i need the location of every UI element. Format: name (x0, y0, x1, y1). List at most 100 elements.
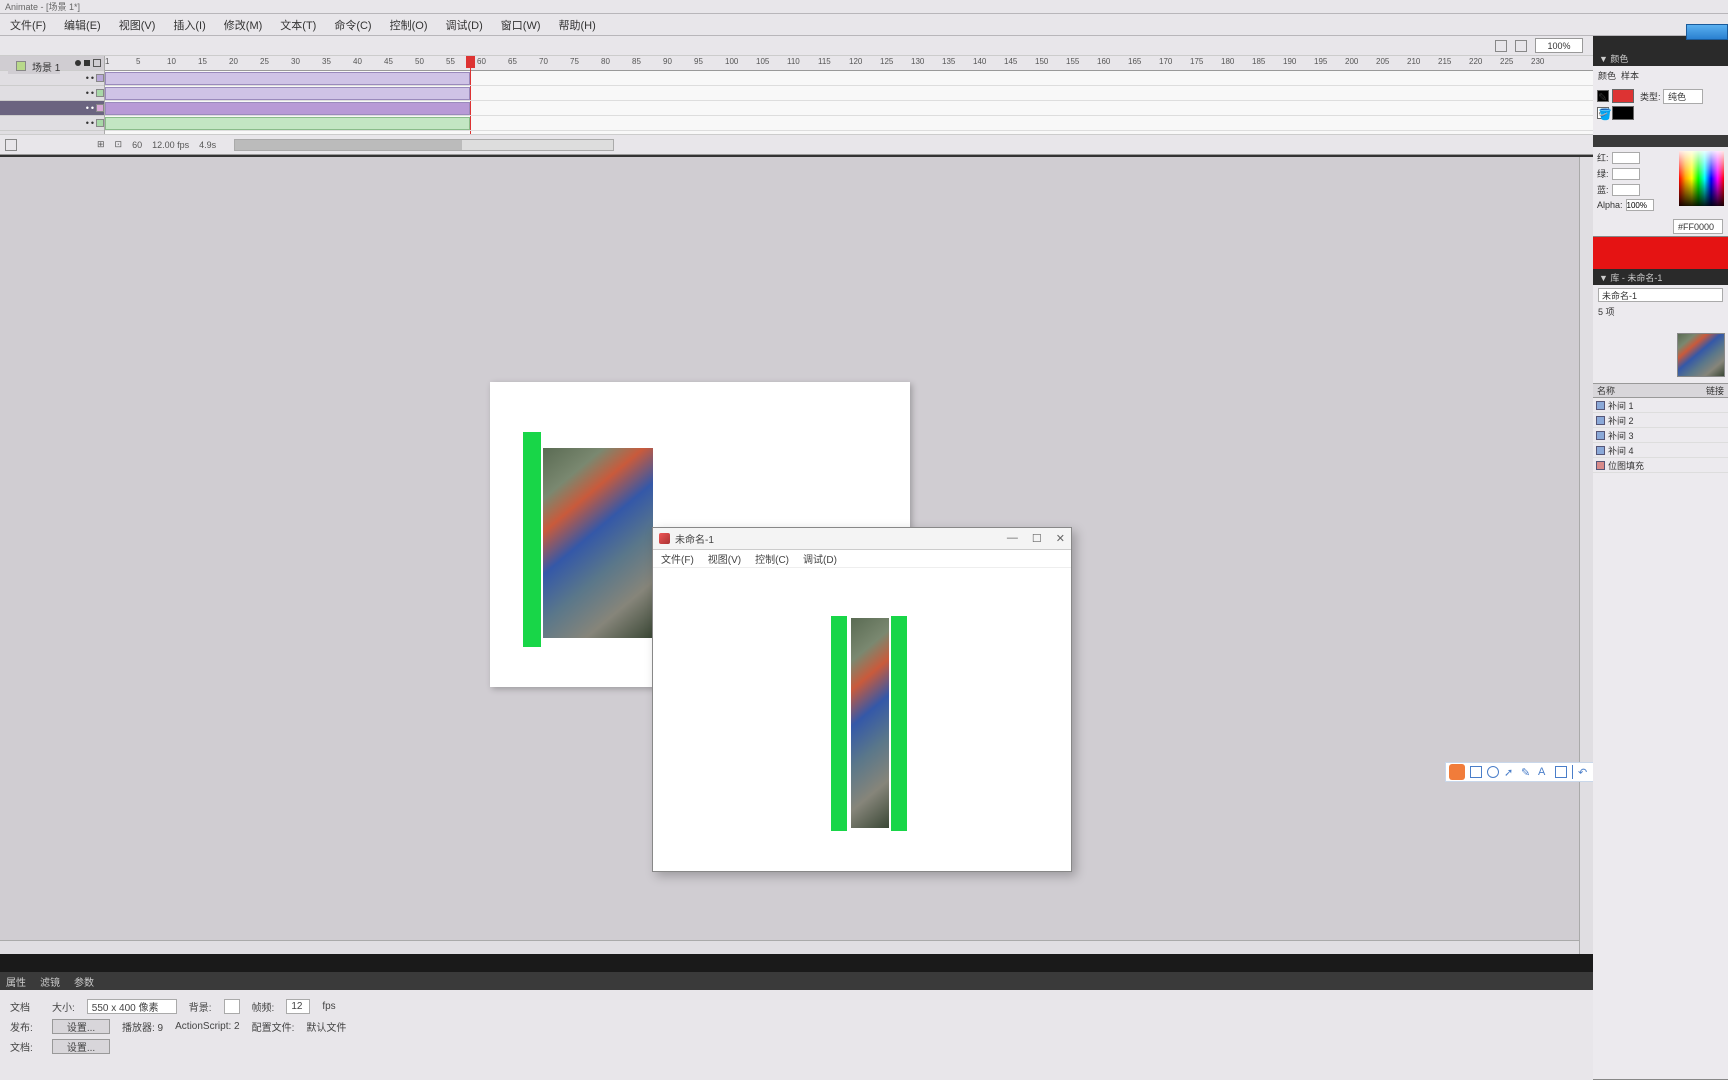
stroke-color-icon[interactable]: ✎ (1597, 90, 1609, 102)
track[interactable] (105, 116, 1593, 131)
col-linkage[interactable]: 链接 (1706, 384, 1724, 397)
mosaic-tool-icon[interactable] (1555, 766, 1567, 778)
stage[interactable]: 未命名-1 — ☐ ✕ 文件(F) 视图(V) 控制(C) 调试(D) (0, 155, 1593, 954)
brush-tool-icon[interactable]: ✎ (1521, 766, 1533, 778)
stage-photo[interactable] (543, 448, 653, 638)
tween-span[interactable] (105, 102, 470, 115)
menu-debug[interactable]: 调试(D) (446, 17, 483, 33)
undo-icon[interactable]: ↶ (1578, 766, 1590, 778)
circle-tool-icon[interactable] (1487, 766, 1499, 778)
menu-view[interactable]: 视图(V) (119, 17, 156, 33)
color-type-dropdown[interactable]: 纯色 (1663, 89, 1703, 104)
library-doc-dropdown[interactable]: 未命名-1 (1598, 288, 1723, 302)
visibility-column-icon[interactable] (75, 60, 81, 66)
library-panel-header[interactable]: ▼ 库 - 未命名-1 (1593, 269, 1728, 285)
tab-properties[interactable]: 属性 (6, 974, 26, 989)
library-item[interactable]: 位图填充 (1593, 458, 1728, 473)
layer-row[interactable]: •• (0, 101, 104, 116)
size-value[interactable]: 550 x 400 像素 (87, 999, 177, 1014)
screenshot-annotation-toolbar[interactable]: ➚ ✎ A ↶ 💾 ✕ ✓ (1445, 762, 1593, 782)
panel-divider[interactable] (0, 954, 1593, 972)
tab-filters[interactable]: 滤镜 (40, 974, 60, 989)
library-item[interactable]: 补间 3 (1593, 428, 1728, 443)
menu-edit[interactable]: 编辑(E) (64, 17, 101, 33)
layer-row[interactable]: •• (0, 116, 104, 131)
library-item-list[interactable]: 补间 1补间 2补间 3补间 4位图填充 (1593, 398, 1728, 473)
track[interactable] (105, 71, 1593, 86)
preview-menu-view[interactable]: 视图(V) (708, 551, 741, 566)
track[interactable] (105, 101, 1593, 116)
menu-modify[interactable]: 修改(M) (224, 17, 263, 33)
menu-control[interactable]: 控制(O) (390, 17, 428, 33)
menu-commands[interactable]: 命令(C) (334, 17, 371, 33)
bg-swatch[interactable] (224, 999, 240, 1014)
publish-settings-button[interactable]: 设置... (52, 1019, 110, 1034)
tween-span[interactable] (105, 117, 470, 130)
close-button[interactable]: ✕ (1056, 532, 1065, 545)
tween-span[interactable] (105, 87, 470, 100)
red-input[interactable] (1612, 152, 1640, 164)
hex-value-field[interactable]: #FF0000 (1673, 219, 1723, 234)
workspace-switcher-button[interactable] (1686, 24, 1728, 40)
color-spectrum-picker[interactable] (1679, 151, 1724, 206)
library-item-icon (1596, 431, 1605, 440)
stroke-swatch[interactable] (1612, 89, 1634, 103)
lock-column-icon[interactable] (84, 60, 90, 66)
color-panel-header[interactable]: ▼ 颜色 (1593, 50, 1728, 66)
fill-swatch[interactable] (1612, 106, 1634, 120)
onion-skin-icon[interactable]: ⊞ (97, 139, 105, 150)
library-columns-header[interactable]: 名称 链接 (1593, 383, 1728, 398)
scene-breadcrumb[interactable]: 场景 1 (8, 58, 60, 74)
alpha-input[interactable] (1626, 199, 1654, 211)
onion-skin-outline-icon[interactable]: ⊡ (115, 139, 123, 150)
preview-content (653, 568, 1071, 871)
edit-symbol-icon[interactable] (1515, 40, 1527, 52)
fill-stroke-tabs[interactable]: 颜色 样本 (1598, 69, 1639, 82)
fill-color-icon[interactable]: 🪣 (1597, 107, 1609, 119)
rect-tool-icon[interactable] (1470, 766, 1482, 778)
tab-params[interactable]: 参数 (74, 974, 94, 989)
timeline-scrollbar[interactable] (234, 139, 614, 151)
zoom-level-field[interactable]: 100% (1535, 38, 1583, 53)
preview-menu-file[interactable]: 文件(F) (661, 551, 694, 566)
track[interactable] (105, 86, 1593, 101)
properties-tabs[interactable]: 属性 滤镜 参数 (0, 972, 1593, 990)
blue-input[interactable] (1612, 184, 1640, 196)
library-item[interactable]: 补间 1 (1593, 398, 1728, 413)
green-input[interactable] (1612, 168, 1640, 180)
preview-titlebar[interactable]: 未命名-1 — ☐ ✕ (653, 528, 1071, 550)
library-item[interactable]: 补间 4 (1593, 443, 1728, 458)
library-item[interactable]: 补间 2 (1593, 413, 1728, 428)
new-layer-icon[interactable] (5, 139, 17, 151)
timeline-ruler[interactable]: 1510152025303540455055606570758085909510… (105, 56, 1593, 71)
edit-scene-icon[interactable] (1495, 40, 1507, 52)
outline-column-icon[interactable] (93, 59, 101, 67)
stage-horizontal-scrollbar[interactable] (0, 940, 1579, 954)
menu-window[interactable]: 窗口(W) (501, 17, 541, 33)
menu-insert[interactable]: 插入(I) (173, 17, 205, 33)
preview-menu-control[interactable]: 控制(C) (755, 551, 789, 566)
fps-value[interactable]: 12 (286, 999, 310, 1014)
minimize-button[interactable]: — (1007, 532, 1018, 545)
col-name[interactable]: 名称 (1597, 384, 1615, 397)
layer-row[interactable]: •• (0, 86, 104, 101)
maximize-button[interactable]: ☐ (1032, 532, 1042, 545)
menu-help[interactable]: 帮助(H) (559, 17, 596, 33)
text-tool-icon[interactable]: A (1538, 766, 1550, 778)
type-label: 类型: (1640, 92, 1661, 102)
ruler-tick: 215 (1438, 57, 1451, 66)
green-bar-left[interactable] (523, 432, 541, 647)
menu-file[interactable]: 文件(F) (10, 17, 46, 33)
tween-span[interactable] (105, 72, 470, 85)
frames-area[interactable]: 1510152025303540455055606570758085909510… (105, 56, 1593, 134)
main-menu-bar[interactable]: 文件(F) 编辑(E) 视图(V) 插入(I) 修改(M) 文本(T) 命令(C… (0, 14, 1728, 36)
docclass-button[interactable]: 设置... (52, 1039, 110, 1054)
arrow-tool-icon[interactable]: ➚ (1504, 766, 1516, 778)
stage-vertical-scrollbar[interactable] (1579, 157, 1593, 954)
swf-preview-window[interactable]: 未命名-1 — ☐ ✕ 文件(F) 视图(V) 控制(C) 调试(D) (652, 527, 1072, 872)
alpha-label: Alpha: (1597, 200, 1623, 210)
ruler-tick: 160 (1097, 57, 1110, 66)
menu-text[interactable]: 文本(T) (280, 17, 316, 33)
preview-menubar[interactable]: 文件(F) 视图(V) 控制(C) 调试(D) (653, 550, 1071, 568)
preview-menu-debug[interactable]: 调试(D) (803, 551, 837, 566)
